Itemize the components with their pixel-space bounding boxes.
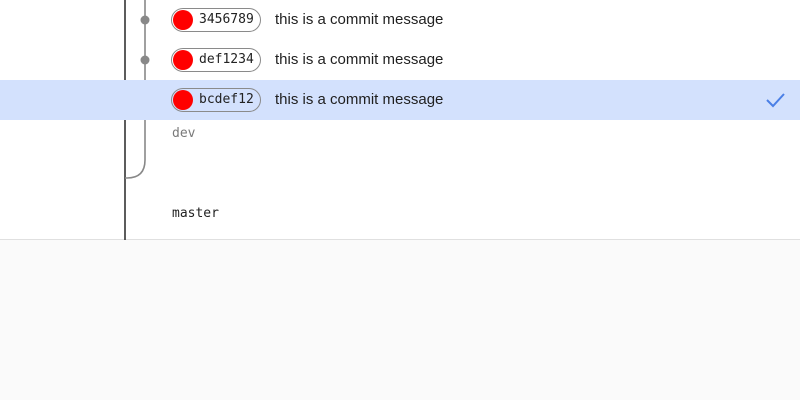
commit-hash-badge: def1234 (171, 48, 261, 72)
commit-row[interactable]: def1234 this is a commit message (0, 40, 800, 80)
commit-message: this is a commit message (275, 51, 444, 68)
author-avatar-dot (173, 90, 193, 110)
commit-hash: 3456789 (199, 12, 254, 27)
commit-message: this is a commit message (275, 11, 444, 28)
commit-hash-badge: 3456789 (171, 8, 261, 32)
commit-list: 3456789 this is a commit message def1234… (0, 0, 800, 240)
commit-message: this is a commit message (275, 91, 444, 108)
author-avatar-dot (173, 10, 193, 30)
branch-label-master[interactable]: master (172, 206, 219, 221)
commit-row-selected[interactable]: bcdef12 this is a commit message (0, 80, 800, 120)
commit-hash: bcdef12 (199, 92, 254, 107)
branch-label-dev[interactable]: dev (172, 126, 195, 141)
commit-hash: def1234 (199, 52, 254, 67)
checkmark-icon (766, 93, 785, 108)
commit-history-view: 3456789 this is a commit message def1234… (0, 0, 800, 400)
commit-row[interactable]: 3456789 this is a commit message (0, 0, 800, 40)
empty-panel (0, 241, 800, 400)
author-avatar-dot (173, 50, 193, 70)
commit-hash-badge: bcdef12 (171, 88, 261, 112)
